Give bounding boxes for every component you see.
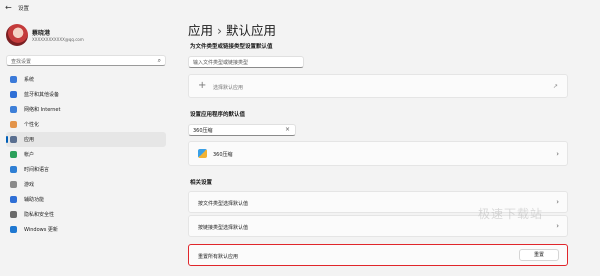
sidebar-item-personalization[interactable]: 个性化 [6,117,166,132]
sidebar-item-label: Windows 更新 [24,227,58,233]
windows-update-icon [10,226,17,233]
app-360zip-icon [198,149,207,158]
sidebar-item-label: 蓝牙和其他设备 [24,92,60,98]
user-name: 蔡晓港 [32,30,51,37]
sidebar-item-windows-update[interactable]: Windows 更新 [6,222,166,237]
sidebar-item-bluetooth[interactable]: 蓝牙和其他设备 [6,87,166,102]
app-section-label: 设置应用程序的默认值 [190,112,246,118]
system-icon [10,76,17,83]
sidebar-item-time-language[interactable]: 时间和语言 [6,162,166,177]
search-placeholder: 查找设置 [11,59,32,65]
app-title: 设置 [18,6,30,12]
by-linktype-label: 按链接类型选择默认值 [198,225,249,231]
personalization-icon [10,121,17,128]
sidebar: 蔡晓港 XXXXXXXXXXXX@qq.com 查找设置 ⌕ 系统蓝牙和其他设备… [0,18,170,276]
plus-icon: + [198,80,207,91]
accessibility-icon [10,196,17,203]
reset-all-card: 重置所有默认应用 重置 [188,244,568,266]
filetype-placeholder: 输入文件类型或链接类型 [193,60,249,66]
apps-icon [10,136,17,143]
app-result-label: 360压缩 [213,152,233,158]
app-search-input[interactable]: 360压缩 × [188,124,296,136]
sidebar-item-label: 个性化 [24,122,40,128]
filetype-search-input[interactable]: 输入文件类型或链接类型 [188,56,304,68]
sidebar-item-label: 辅助功能 [24,197,45,203]
sidebar-item-label: 时间和语言 [24,167,50,173]
bluetooth-icon [10,91,17,98]
sidebar-item-label: 游戏 [24,182,35,188]
sidebar-item-network[interactable]: 网络和 Internet [6,102,166,117]
breadcrumb-parent[interactable]: 应用 [188,23,213,38]
chevron-right-icon: › [556,222,559,230]
clear-icon[interactable]: × [285,126,290,133]
chevron-right-icon: › [556,150,559,158]
app-search-value: 360压缩 [193,128,213,134]
network-icon [10,106,17,113]
user-email: XXXXXXXXXXXX@qq.com [32,37,84,42]
sidebar-item-system[interactable]: 系统 [6,72,166,87]
filetype-section-label: 为文件类型或链接类型设置默认值 [190,44,273,50]
breadcrumb: 应用 › 默认应用 [188,20,276,39]
sidebar-nav: 系统蓝牙和其他设备 网络和 Internet 个性化应用帐户时间和语言游戏辅助功能隐… [6,72,166,237]
sidebar-item-label: 系统 [24,77,35,83]
reset-all-label: 重置所有默认应用 [198,254,239,260]
open-external-icon: ↗ [552,83,558,90]
sidebar-item-label: 应用 [24,137,35,143]
choose-default-card[interactable]: + 选择默认应用 ↗ [188,74,568,98]
sidebar-item-label: 网络和 Internet [24,107,61,113]
chevron-right-icon: › [556,198,559,206]
watermark: 极速下载站 [478,207,544,221]
sidebar-item-label: 帐户 [24,152,35,158]
reset-button[interactable]: 重置 [519,249,559,261]
sidebar-item-privacy[interactable]: 隐私和安全性 [6,207,166,222]
sidebar-item-account[interactable]: 帐户 [6,147,166,162]
settings-search-input[interactable]: 查找设置 ⌕ [6,55,166,66]
sidebar-item-label: 隐私和安全性 [24,212,55,218]
main-content: 应用 › 默认应用 为文件类型或链接类型设置默认值 输入文件类型或链接类型 + 选择… [188,18,570,276]
account-icon [10,151,17,158]
related-settings-label: 相关设置 [190,180,213,186]
title-bar: ← 设置 [0,0,600,18]
back-arrow-icon[interactable]: ← [5,3,12,12]
gaming-icon [10,181,17,188]
time-language-icon [10,166,17,173]
privacy-icon [10,211,17,218]
by-filetype-label: 按文件类型选择默认值 [198,201,249,207]
app-result-card[interactable]: 360压缩 › [188,141,568,166]
sidebar-item-accessibility[interactable]: 辅助功能 [6,192,166,207]
avatar[interactable] [6,24,28,46]
search-icon[interactable]: ⌕ [158,57,161,65]
breadcrumb-separator-icon: › [217,23,223,38]
choose-default-label: 选择默认应用 [213,85,244,91]
sidebar-item-gaming[interactable]: 游戏 [6,177,166,192]
page-title: 默认应用 [226,23,277,38]
sidebar-item-apps[interactable]: 应用 [6,132,166,147]
